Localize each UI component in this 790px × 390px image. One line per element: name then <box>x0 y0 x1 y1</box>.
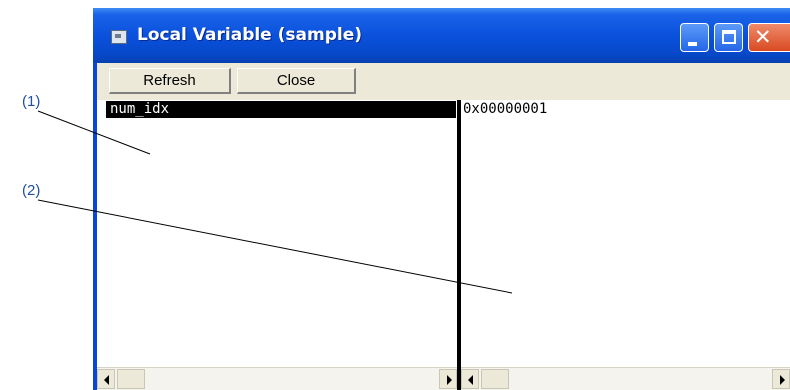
variable-name-pane[interactable]: num_idx <box>97 100 457 390</box>
scroll-left-button[interactable] <box>461 369 479 389</box>
scroll-thumb[interactable] <box>481 369 509 389</box>
name-pane-scrollbar[interactable] <box>97 367 457 390</box>
scroll-right-button[interactable] <box>772 369 790 389</box>
callout-2-label: (2) <box>22 182 41 199</box>
scroll-left-icon <box>104 375 109 385</box>
maximize-icon <box>722 30 736 44</box>
scroll-right-icon <box>447 375 452 385</box>
value-pane-scrollbar[interactable] <box>461 367 790 390</box>
scroll-left-icon <box>468 375 473 385</box>
minimize-icon <box>688 42 697 46</box>
title-bar[interactable]: Local Variable (sample) ✕ <box>93 8 790 63</box>
toolbar: Refresh Close <box>97 63 790 100</box>
maximize-button[interactable] <box>714 23 743 52</box>
scroll-right-icon <box>780 375 785 385</box>
scroll-left-button[interactable] <box>97 369 115 389</box>
variable-value-row[interactable]: 0x00000001 <box>463 101 547 118</box>
close-window-button[interactable]: ✕ <box>748 23 790 52</box>
close-button[interactable]: Close <box>237 68 356 94</box>
callout-1-label: (1) <box>22 93 41 110</box>
window-client-area: Refresh Close num_idx 0x00000001 <box>97 63 790 390</box>
minimize-button[interactable] <box>680 23 709 52</box>
scroll-thumb[interactable] <box>117 369 145 389</box>
refresh-button[interactable]: Refresh <box>109 68 231 94</box>
variable-name-row[interactable]: num_idx <box>106 101 456 118</box>
window-title: Local Variable (sample) <box>137 25 363 45</box>
app-icon[interactable] <box>111 30 127 44</box>
variable-value-pane[interactable]: 0x00000001 <box>461 100 790 390</box>
scroll-right-button[interactable] <box>439 369 457 389</box>
local-variable-window: Local Variable (sample) ✕ Refresh Close … <box>93 8 790 390</box>
close-icon: ✕ <box>754 25 772 49</box>
